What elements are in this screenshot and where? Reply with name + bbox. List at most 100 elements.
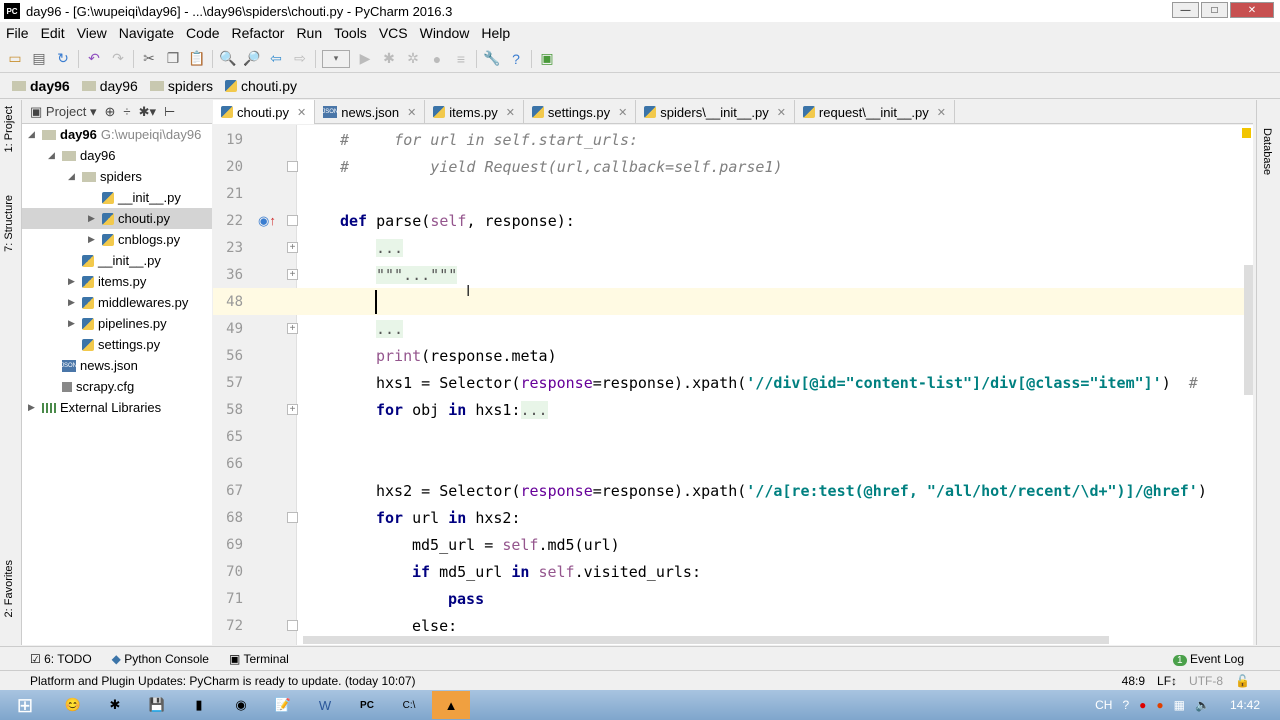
tray-icon[interactable]: ● (1156, 698, 1163, 712)
settings-icon[interactable]: 🔧 (483, 50, 501, 68)
collapse-arrow-icon[interactable]: ▶ (68, 276, 78, 287)
tab-database[interactable]: Database (1261, 128, 1273, 175)
menu-edit[interactable]: Edit (41, 25, 65, 41)
app-icon[interactable]: ✱ (96, 691, 134, 719)
todo-tab[interactable]: ☑ 6: TODO (30, 652, 92, 666)
menu-help[interactable]: Help (481, 25, 510, 41)
file-encoding[interactable]: UTF-8 (1189, 674, 1223, 688)
status-message[interactable]: Platform and Plugin Updates: PyCharm is … (8, 674, 416, 688)
close-tab-icon[interactable]: ✕ (407, 106, 416, 119)
language-indicator[interactable]: CH (1095, 698, 1112, 712)
start-button[interactable]: ⊞ (0, 691, 50, 719)
event-log-tab[interactable]: 1 Event Log (1173, 652, 1244, 666)
menu-refactor[interactable]: Refactor (232, 25, 285, 41)
tree-item[interactable]: ▶ cnblogs.py (88, 229, 180, 250)
app-icon[interactable]: ▮ (180, 691, 218, 719)
terminal-tab[interactable]: ▣ Terminal (229, 652, 289, 666)
floppy-app-icon[interactable]: 💾 (138, 691, 176, 719)
fold-marker-icon[interactable] (287, 512, 298, 523)
override-marker-icon[interactable]: ◉↑ (258, 213, 276, 229)
paste-icon[interactable]: 📋 (188, 50, 206, 68)
fold-marker-icon[interactable] (287, 161, 298, 172)
run-config-dropdown[interactable]: ▾ (322, 49, 350, 68)
expand-arrow-icon[interactable]: ◢ (28, 129, 38, 140)
menu-file[interactable]: File (6, 25, 29, 41)
fold-marker-icon[interactable] (287, 215, 298, 226)
breadcrumb-item[interactable]: chouti.py (225, 78, 305, 94)
tab-news-json[interactable]: JSON news.json ✕ (315, 100, 426, 124)
sdk-icon[interactable]: ▣ (538, 50, 556, 68)
tab-settings-py[interactable]: settings.py ✕ (524, 100, 637, 124)
breadcrumb-item[interactable]: spiders (149, 78, 221, 94)
cmd-icon[interactable]: C:\ (390, 691, 428, 719)
tab-request---init---py[interactable]: request\__init__.py ✕ (795, 100, 955, 124)
tree-item[interactable]: ◢ spiders (68, 166, 142, 187)
tab-chouti-py[interactable]: chouti.py ✕ (213, 100, 316, 124)
undo-icon[interactable]: ↶ (85, 50, 103, 68)
collapse-icon[interactable]: ÷ (123, 104, 130, 119)
line-separator[interactable]: LF↕ (1157, 674, 1177, 688)
locate-icon[interactable]: ⊕ (105, 104, 116, 120)
tree-item[interactable]: __init__.py (68, 250, 161, 271)
tree-item[interactable]: ▶ items.py (68, 271, 146, 292)
collapse-arrow-icon[interactable]: ▶ (68, 318, 78, 329)
concurrency-icon[interactable]: ≡ (452, 50, 470, 68)
chrome-icon[interactable]: ◉ (222, 691, 260, 719)
forward-icon[interactable]: ⇨ (291, 50, 309, 68)
breadcrumb-item[interactable]: day96 (81, 78, 146, 94)
fold-expand-icon[interactable]: + (287, 242, 298, 253)
profile-icon[interactable]: ● (428, 50, 446, 68)
menu-navigate[interactable]: Navigate (119, 25, 174, 41)
clock[interactable]: 14:42 (1230, 698, 1260, 712)
save-icon[interactable]: ▤ (30, 50, 48, 68)
close-tab-icon[interactable]: ✕ (506, 106, 515, 119)
collapse-arrow-icon[interactable]: ▶ (28, 402, 38, 413)
back-icon[interactable]: ⇦ (267, 50, 285, 68)
app-icon[interactable]: 😊 (54, 691, 92, 719)
replace-icon[interactable]: 🔎 (243, 50, 261, 68)
tree-item[interactable]: scrapy.cfg (48, 376, 134, 397)
menu-tools[interactable]: Tools (334, 25, 367, 41)
tree-item[interactable]: JSON news.json (48, 355, 138, 376)
menu-run[interactable]: Run (296, 25, 322, 41)
caret-position[interactable]: 48:9 (1122, 674, 1145, 688)
volume-icon[interactable]: 🔈 (1195, 698, 1210, 712)
tray-icon[interactable]: ● (1139, 698, 1146, 712)
word-icon[interactable]: W (306, 691, 344, 719)
tab-spiders---init---py[interactable]: spiders\__init__.py ✕ (636, 100, 795, 124)
horizontal-scrollbar[interactable] (303, 636, 1109, 644)
close-tab-icon[interactable]: ✕ (618, 106, 627, 119)
pycharm-taskbar-icon[interactable]: PC (348, 691, 386, 719)
tree-item[interactable]: ▶ chouti.py (22, 208, 212, 229)
cut-icon[interactable]: ✂ (140, 50, 158, 68)
breadcrumb-item[interactable]: day96 (12, 78, 78, 94)
sync-icon[interactable]: ↻ (54, 50, 72, 68)
close-tab-icon[interactable]: ✕ (777, 106, 786, 119)
help-icon[interactable]: ? (507, 50, 525, 68)
tray-help-icon[interactable]: ? (1122, 698, 1129, 712)
run-icon[interactable]: ▶ (356, 50, 374, 68)
close-tab-icon[interactable]: ✕ (937, 106, 946, 119)
tree-item[interactable]: ▶ middlewares.py (68, 292, 188, 313)
hide-icon[interactable]: ⊢ (164, 104, 175, 120)
code-editor[interactable]: 19 # for url in self.start_urls: 20 # yield… (213, 125, 1253, 645)
menu-vcs[interactable]: VCS (379, 25, 408, 41)
app-icon[interactable]: ▲ (432, 691, 470, 719)
tree-item[interactable]: settings.py (68, 334, 160, 355)
debug-icon[interactable]: ✱ (380, 50, 398, 68)
tree-item[interactable]: ▶ External Libraries (28, 397, 161, 418)
fold-marker-icon[interactable] (287, 620, 298, 631)
python-console-tab[interactable]: ◆ Python Console (112, 652, 209, 666)
tab-structure[interactable]: 7: Structure (3, 195, 15, 252)
network-icon[interactable]: ▦ (1174, 698, 1185, 712)
collapse-arrow-icon[interactable]: ▶ (88, 234, 98, 245)
redo-icon[interactable]: ↷ (109, 50, 127, 68)
find-icon[interactable]: 🔍 (219, 50, 237, 68)
lock-icon[interactable]: 🔓 (1235, 674, 1250, 688)
menu-code[interactable]: Code (186, 25, 219, 41)
tree-item[interactable]: __init__.py (88, 187, 181, 208)
fold-expand-icon[interactable]: + (287, 404, 298, 415)
tree-item[interactable]: ◢ day96 (48, 145, 115, 166)
tab-favorites[interactable]: 2: Favorites (3, 560, 15, 617)
gear-icon[interactable]: ✱▾ (139, 104, 156, 120)
